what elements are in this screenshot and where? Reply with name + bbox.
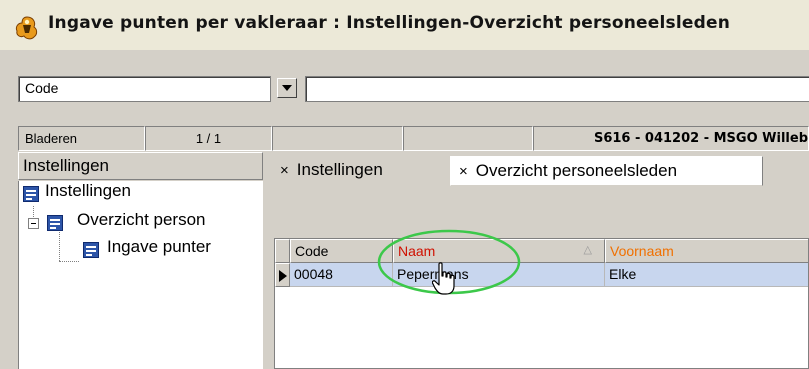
row-indicator-header (275, 239, 290, 263)
status-cell-4 (403, 126, 533, 151)
collapse-toggle[interactable] (28, 218, 39, 229)
column-label: Naam (398, 243, 436, 259)
status-cell-3 (272, 126, 403, 151)
column-header-naam[interactable]: Naam △ (393, 239, 605, 263)
chevron-down-icon (282, 85, 292, 91)
close-icon[interactable]: × (280, 162, 289, 179)
status-page: 1 / 1 (145, 126, 272, 151)
search-input[interactable] (305, 76, 809, 102)
content-panel: × Instellingen × Overzicht personeelsleden… (268, 152, 809, 369)
data-grid[interactable]: Code Naam △ Voornaam 00048 Pepermans Elk… (274, 238, 809, 369)
column-header-voornaam[interactable]: Voornaam (605, 239, 808, 263)
tree-item-label: Instellingen (45, 181, 132, 200)
search-field-select[interactable]: Code (18, 76, 271, 102)
dropdown-button[interactable] (277, 78, 297, 98)
cell-naam[interactable]: Pepermans (393, 263, 605, 287)
column-header-code[interactable]: Code (290, 239, 393, 263)
status-info: S616 - 041202 - MSGO Willeb (533, 126, 809, 151)
tree-view[interactable]: Instellingen Overzicht person Ingave pun… (18, 181, 263, 369)
cell-voornaam[interactable]: Elke (605, 263, 808, 287)
close-icon[interactable]: × (459, 163, 468, 180)
current-row-arrow-icon (279, 270, 287, 282)
tab-label: Overzicht personeelsleden (475, 161, 678, 180)
tree-item-label: Overzicht person (77, 210, 206, 229)
cell-code[interactable]: 00048 (290, 263, 393, 287)
sort-ascending-icon: △ (583, 244, 592, 256)
form-icon (23, 186, 39, 202)
window-title: Ingave punten per vakleraar : Instelling… (48, 13, 730, 33)
row-indicator (275, 263, 290, 287)
app-logo-icon (15, 16, 38, 40)
tree-connector (59, 261, 79, 262)
tab-label: Instellingen (296, 160, 383, 179)
table-row[interactable]: 00048 Pepermans Elke (275, 263, 808, 287)
status-bar: Bladeren 1 / 1 S616 - 041202 - MSGO Will… (18, 126, 809, 151)
navigation-panel: Instellingen Instellingen Overzicht pers… (18, 152, 263, 369)
form-icon (83, 242, 99, 258)
tab-instellingen[interactable]: × Instellingen (272, 156, 438, 186)
status-mode: Bladeren (18, 126, 145, 151)
title-bar: Ingave punten per vakleraar : Instelling… (0, 0, 809, 50)
panel-header: Instellingen (18, 152, 263, 180)
tree-item-label: Ingave punter (107, 237, 211, 256)
tab-overzicht-personeelsleden[interactable]: × Overzicht personeelsleden (450, 156, 763, 186)
form-icon (47, 215, 63, 231)
grid-header: Code Naam △ Voornaam (275, 239, 808, 263)
